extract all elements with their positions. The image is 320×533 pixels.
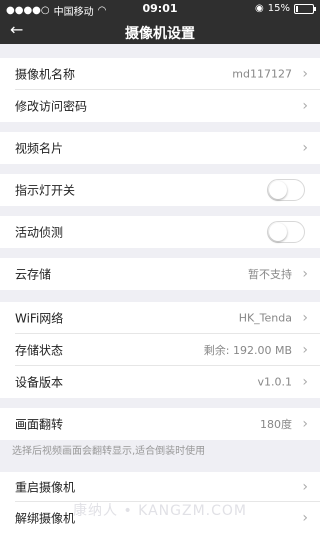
toggle-knob	[269, 181, 287, 199]
video-clips-label: 视频名片	[15, 141, 64, 156]
motion-detection-toggle[interactable]	[267, 221, 305, 243]
status-bar: ●●●●○ 中国移动 ◠ 09:01 ◉ 15%	[0, 0, 320, 18]
chevron-right-icon: ›	[302, 479, 308, 495]
image-flip-value: 180度	[260, 418, 292, 431]
image-flip-label: 画面翻转	[15, 417, 64, 432]
wifi-label: WiFi网络	[15, 311, 64, 326]
image-flip-note: 选择后视频画面会翻转显示,适合倒装时使用	[12, 446, 206, 457]
camera-name-value: md117127	[232, 67, 292, 81]
battery-icon	[294, 3, 316, 14]
chevron-right-icon: ›	[302, 140, 308, 156]
wifi-row[interactable]: WiFi网络 HK_Tenda ›	[0, 302, 320, 334]
device-version-label: 设备版本	[15, 375, 64, 390]
wifi-value: HK_Tenda	[238, 311, 292, 325]
camera-name-label: 摄像机名称	[15, 67, 76, 82]
chevron-right-icon: ›	[302, 98, 308, 114]
chevron-right-icon: ›	[302, 310, 308, 326]
motion-detection-row: 活动侦测	[0, 216, 320, 248]
change-password-row[interactable]: 修改访问密码 ›	[0, 90, 320, 122]
device-version-row[interactable]: 设备版本 v1.0.1 ›	[0, 366, 320, 398]
chevron-right-icon: ›	[302, 374, 308, 390]
cloud-storage-label: 云存储	[15, 267, 52, 282]
chevron-right-icon: ›	[302, 416, 308, 432]
restart-camera-label: 重启摄像机	[15, 480, 76, 495]
toggle-knob	[269, 223, 287, 241]
indicator-light-row: 指示灯开关	[0, 174, 320, 206]
indicator-light-label: 指示灯开关	[15, 183, 76, 198]
page-title: 摄像机设置	[125, 26, 195, 42]
restart-camera-row[interactable]: 重启摄像机 ›	[0, 472, 320, 502]
chevron-right-icon: ›	[302, 342, 308, 358]
battery-percent: 15%	[267, 3, 290, 14]
storage-status-value: 剩余: 192.00 MB	[203, 344, 292, 357]
camera-name-row[interactable]: 摄像机名称 md117127 ›	[0, 58, 320, 90]
nav-bar: ← 摄像机设置	[0, 18, 320, 44]
indicator-light-toggle[interactable]	[267, 179, 305, 201]
cloud-storage-value: 暂不支持	[248, 268, 292, 281]
storage-status-row[interactable]: 存储状态 剩余: 192.00 MB ›	[0, 334, 320, 366]
status-right: ◉ 15%	[255, 3, 316, 14]
video-clips-row[interactable]: 视频名片 ›	[0, 132, 320, 164]
image-flip-row[interactable]: 画面翻转 180度 ›	[0, 408, 320, 440]
chevron-right-icon: ›	[302, 66, 308, 82]
device-version-value: v1.0.1	[257, 375, 293, 389]
rotation-lock-icon: ◉	[255, 3, 264, 14]
cloud-storage-row[interactable]: 云存储 暂不支持 ›	[0, 258, 320, 290]
storage-status-label: 存储状态	[15, 343, 64, 358]
change-password-label: 修改访问密码	[15, 99, 88, 114]
watermark: 康纳人 • KANGZM.COM	[73, 503, 247, 519]
chevron-right-icon: ›	[302, 266, 308, 282]
motion-detection-label: 活动侦测	[15, 225, 64, 240]
